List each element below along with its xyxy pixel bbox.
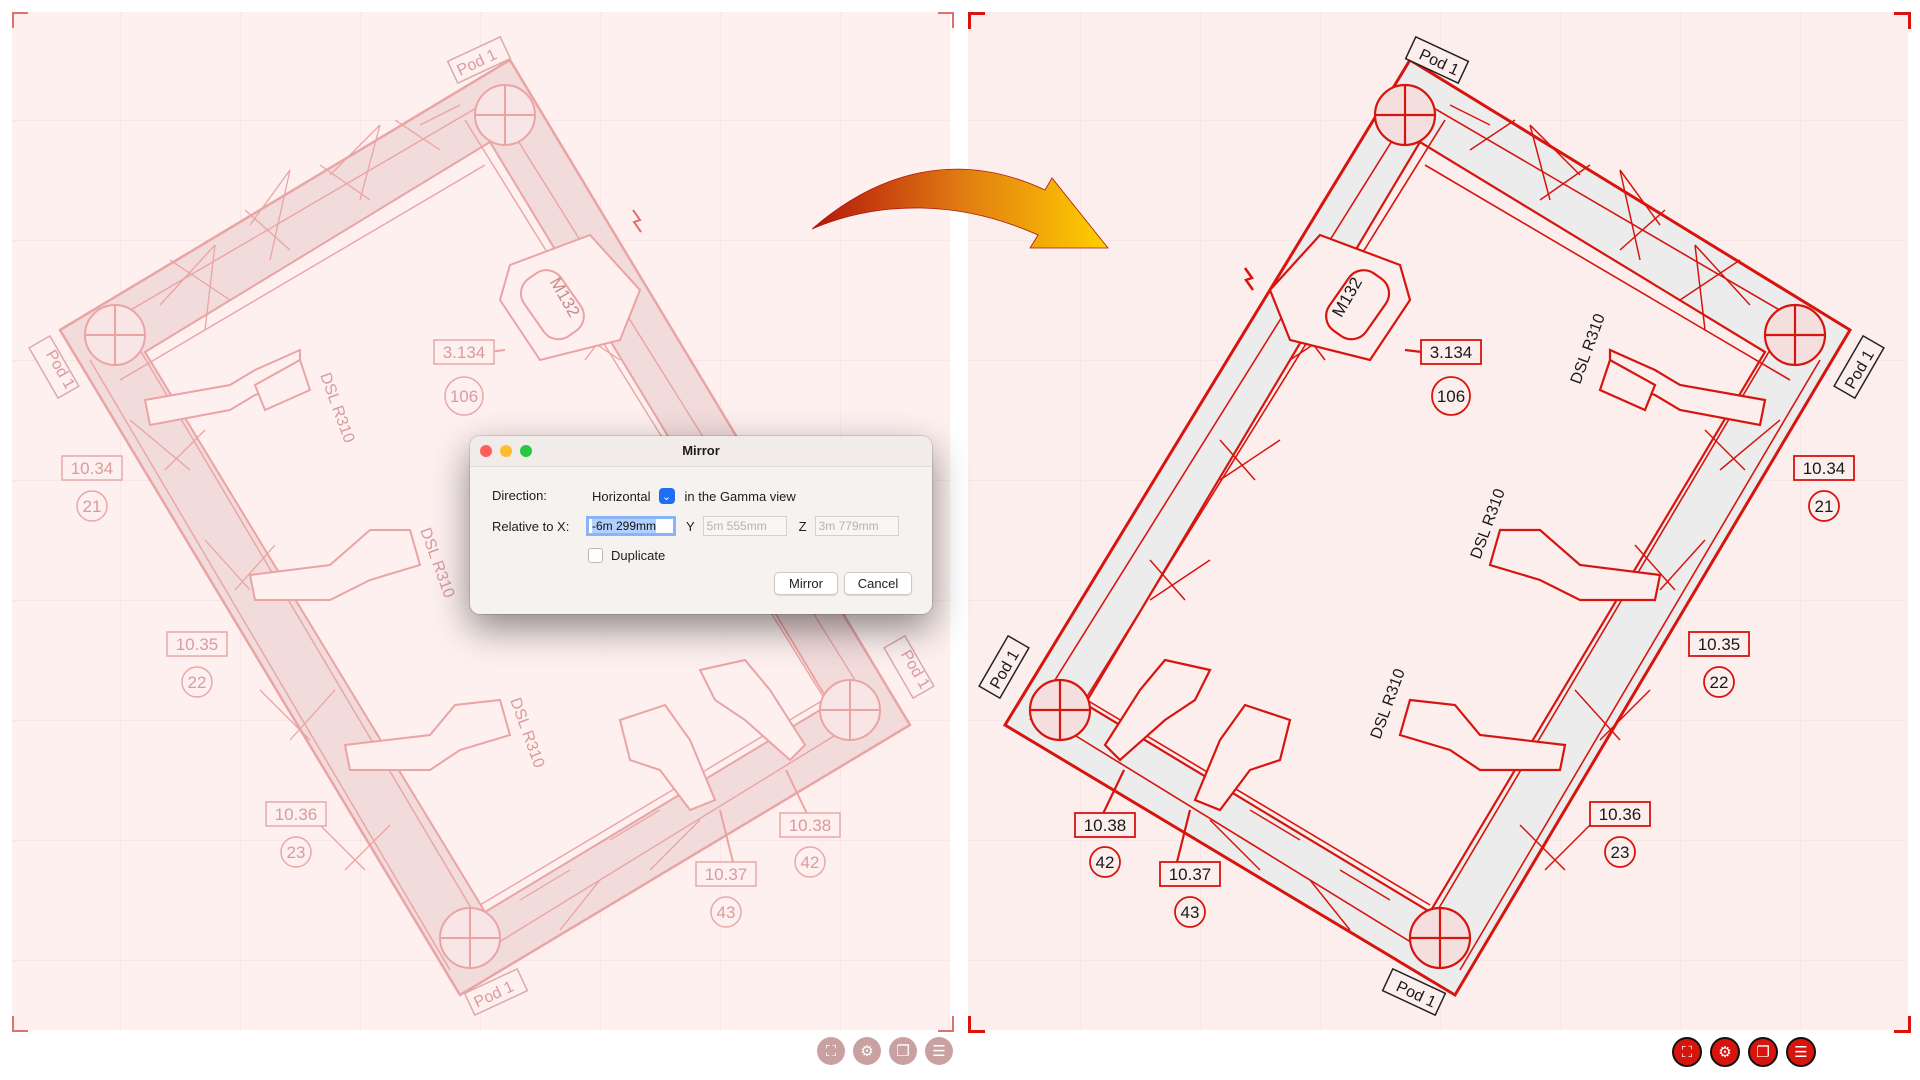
z-coordinate-input: 3m 779mm <box>814 516 899 536</box>
left-toolbar: ⛶ ⚙ ❐ ☰ <box>817 1037 953 1065</box>
position-label: 10.37 <box>705 865 748 884</box>
position-label: 3.134 <box>1430 343 1473 362</box>
layers-icon[interactable]: ❐ <box>1748 1037 1778 1067</box>
plot-drawing: Pod 1 Pod 1 Pod 1 Pod 1 M132 3.134 10.34… <box>12 12 1908 1030</box>
position-label: 3.134 <box>443 343 486 362</box>
channel-label: 42 <box>1096 853 1115 872</box>
channel-label: 23 <box>1611 843 1630 862</box>
direction-value: Horizontal <box>592 488 651 504</box>
channel-label: 22 <box>1710 673 1729 692</box>
gear-icon[interactable]: ⚙ <box>853 1037 881 1065</box>
cancel-button[interactable]: Cancel <box>844 572 912 595</box>
dialog-titlebar: Mirror <box>470 436 932 467</box>
position-label: 10.34 <box>71 459 114 478</box>
x-coordinate-input[interactable]: -6m 299mm <box>586 516 676 536</box>
right-toolbar: ⛶ ⚙ ❐ ☰ <box>1672 1037 1816 1067</box>
channel-label: 42 <box>801 853 820 872</box>
channel-label: 22 <box>188 673 207 692</box>
channel-label: 21 <box>83 497 102 516</box>
direction-label: Direction: <box>492 488 547 503</box>
direction-select[interactable]: Horizontal ⌄ <box>588 486 675 506</box>
position-label: 10.37 <box>1169 865 1212 884</box>
fit-view-icon[interactable]: ⛶ <box>817 1037 845 1065</box>
y-label: Y <box>686 518 695 534</box>
channel-label: 43 <box>1181 903 1200 922</box>
channel-label: 106 <box>1437 387 1465 406</box>
mirror-dialog: Mirror Direction: Horizontal ⌄ in the Ga… <box>470 436 932 614</box>
fit-view-icon[interactable]: ⛶ <box>1672 1037 1702 1067</box>
gear-icon[interactable]: ⚙ <box>1710 1037 1740 1067</box>
position-label: 10.36 <box>275 805 318 824</box>
y-coordinate-input: 5m 555mm <box>702 516 787 536</box>
direction-suffix: in the Gamma view <box>684 488 796 504</box>
relative-to-label: Relative to X: <box>492 519 570 534</box>
channel-label: 23 <box>287 843 306 862</box>
position-label: 10.34 <box>1803 459 1846 478</box>
channel-label: 43 <box>717 903 736 922</box>
layers-icon[interactable]: ❐ <box>889 1037 917 1065</box>
position-label: 10.35 <box>176 635 219 654</box>
position-label: 10.35 <box>1698 635 1741 654</box>
list-icon[interactable]: ☰ <box>1786 1037 1816 1067</box>
position-label: 10.36 <box>1599 805 1642 824</box>
duplicate-checkbox[interactable] <box>588 548 603 563</box>
chevron-down-icon: ⌄ <box>658 488 675 504</box>
duplicate-label: Duplicate <box>611 548 666 563</box>
mirror-button[interactable]: Mirror <box>774 572 838 595</box>
z-label: Z <box>798 518 807 534</box>
channel-label: 21 <box>1815 497 1834 516</box>
dialog-title: Mirror <box>682 443 720 458</box>
position-label: 10.38 <box>789 816 832 835</box>
position-label: 10.38 <box>1084 816 1127 835</box>
channel-label: 106 <box>450 387 478 406</box>
list-icon[interactable]: ☰ <box>925 1037 953 1065</box>
